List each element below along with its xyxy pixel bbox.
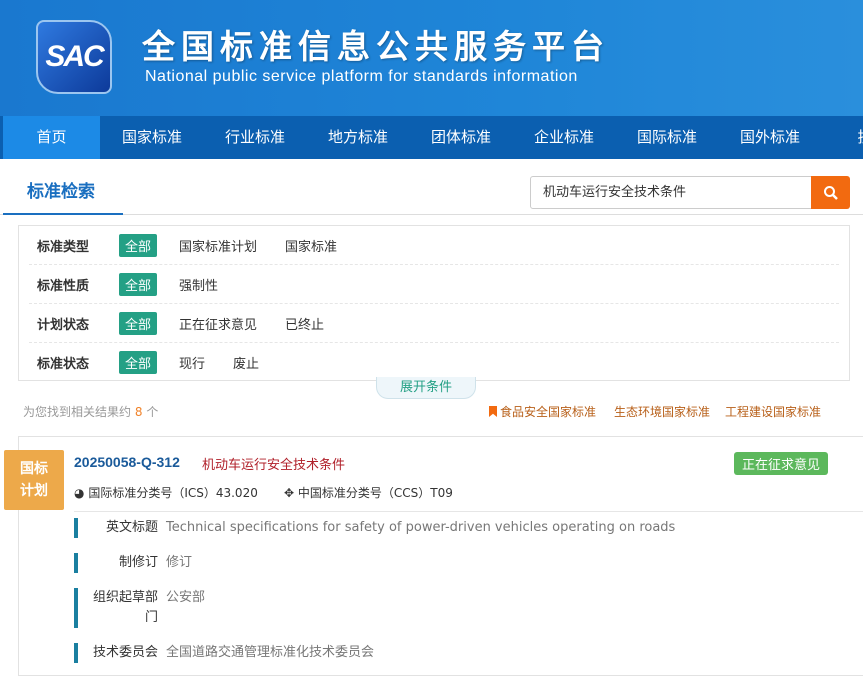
field-revision: 制修订 修订: [74, 553, 192, 573]
site-banner: SAC 全国标准信息公共服务平台 National public service…: [0, 0, 863, 116]
field-value: 修订: [166, 555, 193, 570]
field-value: 公安部: [166, 590, 206, 605]
field-label: 制修订: [118, 555, 158, 570]
result-prefix: 为您找到相关结果约: [23, 405, 132, 419]
field-drafting-dept: 组织起草部门 公安部: [74, 588, 205, 628]
field-english-title: 英文标题 Technical specifications for safety …: [74, 518, 675, 538]
filter-all[interactable]: 全部: [119, 351, 158, 374]
field-label: 技术委员会: [92, 645, 158, 660]
filter-label: 标准类型: [37, 239, 90, 255]
filter-all[interactable]: 全部: [119, 233, 158, 257]
ics-text: 国际标准分类号（ICS）43.020: [88, 486, 258, 500]
filter-option[interactable]: 国家标准计划: [179, 236, 257, 255]
nav-group[interactable]: 团体标准: [409, 116, 512, 159]
nav-home[interactable]: 首页: [3, 116, 100, 159]
plan-code-link[interactable]: 20250058-Q-312: [74, 454, 180, 470]
status-badge: 正在征求意见: [734, 452, 829, 475]
search-bar: 标准检索 机动车运行安全技术条件: [0, 159, 863, 215]
standard-name-link[interactable]: 机动车运行安全技术条件: [202, 454, 345, 473]
filter-all[interactable]: 全部: [119, 272, 158, 296]
filter-label: 计划状态: [37, 317, 90, 333]
filter-row-nature: 标准性质 全部 强制性: [29, 265, 839, 304]
filter-option[interactable]: 废止: [233, 353, 259, 372]
filter-option[interactable]: 正在征求意见: [179, 314, 257, 333]
nav-tech[interactable]: 技术: [821, 116, 863, 159]
quick-link-engineering[interactable]: 工程建设国家标准: [725, 403, 821, 420]
badge-text: 国标计划: [20, 461, 48, 499]
field-label: 组织起草部门: [92, 590, 158, 625]
filter-label: 标准状态: [37, 357, 90, 372]
filter-label: 标准性质: [37, 278, 90, 294]
nav-local[interactable]: 地方标准: [306, 116, 409, 159]
search-input[interactable]: 机动车运行安全技术条件: [530, 176, 812, 209]
main-nav: 首页 国家标准 行业标准 地方标准 团体标准 企业标准 国际标准 国外标准 技术: [0, 116, 863, 159]
quick-link-label: 食品安全国家标准: [500, 405, 597, 419]
filter-panel: 标准类型 全部 国家标准计划 国家标准 标准性质 全部 强制性 计划状态 全部 …: [18, 225, 850, 381]
field-value: Technical specifications for safety of p…: [166, 520, 676, 535]
expand-filters-button[interactable]: 展开条件: [376, 377, 476, 399]
bookmark-icon: [489, 406, 497, 417]
field-committee: 技术委员会 全国道路交通管理标准化技术委员会: [74, 643, 374, 663]
nav-foreign[interactable]: 国外标准: [718, 116, 821, 159]
ccs-text: 中国标准分类号（CCS）T09: [297, 486, 453, 500]
compass-icon: ✥: [284, 486, 295, 500]
nav-industry[interactable]: 行业标准: [203, 116, 306, 159]
quick-link-food[interactable]: 食品安全国家标准: [489, 403, 596, 420]
nav-international[interactable]: 国际标准: [615, 116, 718, 159]
site-subtitle: National public service platform for sta…: [145, 68, 578, 85]
quick-link-eco[interactable]: 生态环境国家标准: [614, 403, 710, 420]
search-icon: [823, 185, 838, 200]
filter-all[interactable]: 全部: [119, 311, 158, 335]
search-button[interactable]: [811, 176, 850, 209]
filter-option[interactable]: 强制性: [179, 275, 218, 294]
site-title: 全国标准信息公共服务平台: [142, 27, 610, 66]
nav-national[interactable]: 国家标准: [100, 116, 203, 159]
divider: [74, 511, 863, 512]
tab-standard-search[interactable]: 标准检索: [3, 159, 123, 215]
ics-classification: ◕ 国际标准分类号（ICS）43.020: [74, 484, 258, 501]
filter-row-type: 标准类型 全部 国家标准计划 国家标准: [29, 226, 839, 265]
field-value: 全国道路交通管理标准化技术委员会: [166, 645, 375, 660]
filter-row-plan-status: 计划状态 全部 正在征求意见 已终止: [29, 304, 839, 343]
type-badge: 国标计划: [4, 450, 64, 510]
nav-enterprise[interactable]: 企业标准: [512, 116, 615, 159]
sac-logo[interactable]: SAC: [36, 20, 112, 94]
filter-option[interactable]: 现行: [179, 353, 205, 372]
ccs-classification: ✥ 中国标准分类号（CCS）T09: [284, 484, 453, 501]
result-number: 8: [134, 405, 143, 419]
globe-icon: ◕: [74, 486, 85, 500]
result-suffix: 个: [146, 405, 159, 419]
field-label: 英文标题: [105, 520, 158, 535]
filter-option[interactable]: 国家标准: [285, 236, 337, 255]
result-count: 为您找到相关结果约 8 个: [23, 403, 158, 420]
filter-option[interactable]: 已终止: [285, 314, 324, 333]
